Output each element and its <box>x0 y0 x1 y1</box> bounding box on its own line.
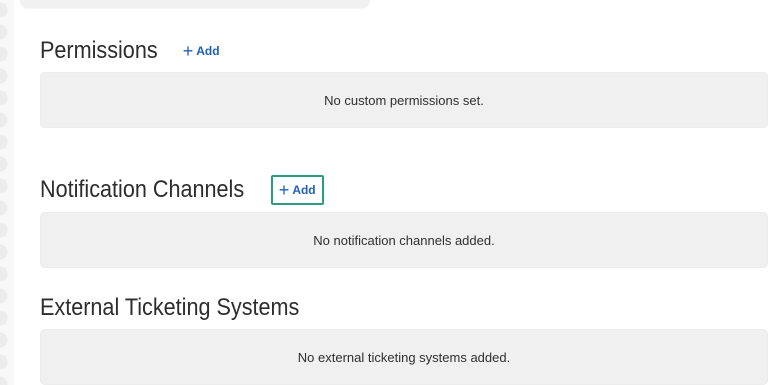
permissions-empty-text: No custom permissions set. <box>324 92 484 108</box>
external-ticketing-header: External Ticketing Systems <box>40 294 328 322</box>
permissions-header: Permissions + Add <box>40 37 224 65</box>
add-label: Add <box>292 183 316 197</box>
notification-channels-empty-text: No notification channels added. <box>313 232 495 248</box>
previous-card-bottom <box>20 0 370 8</box>
permissions-title: Permissions <box>40 37 158 64</box>
external-ticketing-title: External Ticketing Systems <box>40 294 300 321</box>
permissions-empty-state: No custom permissions set. <box>40 72 768 128</box>
plus-icon: + <box>278 180 290 200</box>
notification-channels-header: Notification Channels + Add <box>40 175 324 205</box>
add-notification-channel-button[interactable]: + Add <box>270 175 324 205</box>
settings-page: Permissions + Add No custom permissions … <box>14 0 768 385</box>
external-ticketing-empty-text: No external ticketing systems added. <box>297 349 511 365</box>
add-label: Add <box>196 44 220 58</box>
external-ticketing-empty-state: No external ticketing systems added. <box>40 329 768 385</box>
notification-channels-title: Notification Channels <box>40 176 245 203</box>
notification-channels-empty-state: No notification channels added. <box>40 212 768 268</box>
plus-icon: + <box>182 41 194 61</box>
add-permission-button[interactable]: + Add <box>179 40 224 62</box>
